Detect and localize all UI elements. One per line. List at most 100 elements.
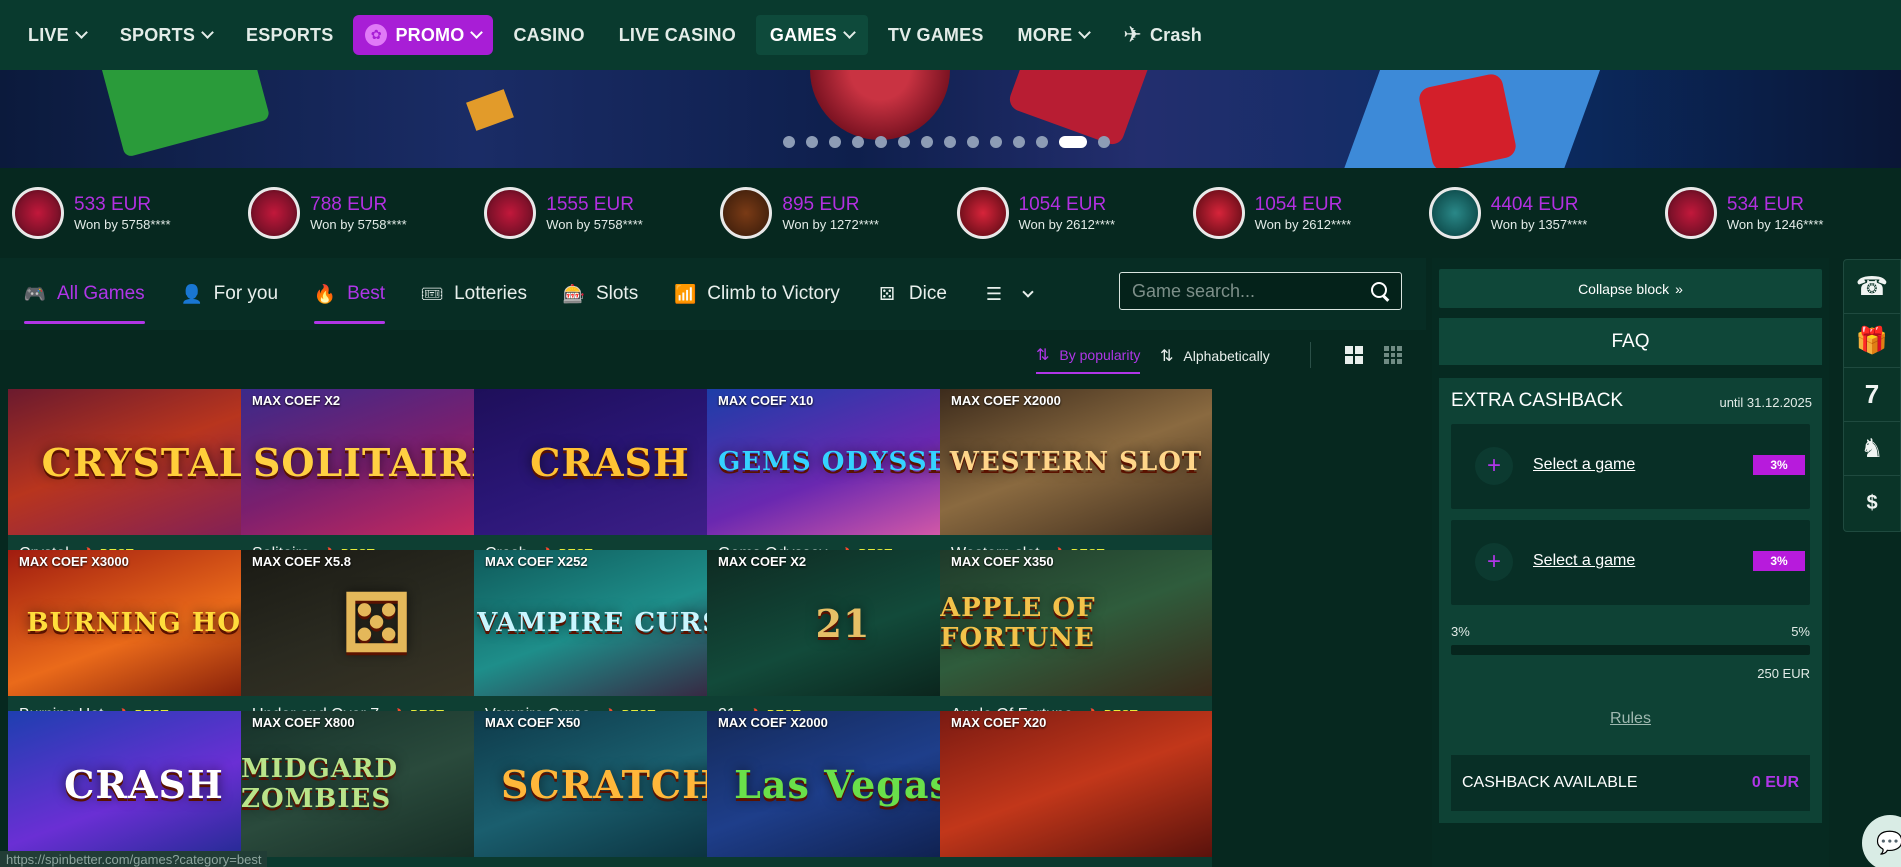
nav-tv-games[interactable]: TV GAMES [874,15,998,55]
game-card[interactable]: BURNING HOTMAX COEF X3000Burning Hot🔥BES… [8,550,280,733]
banner-art [466,89,514,131]
carousel-dot[interactable] [944,136,956,148]
game-card[interactable]: ⚄MAX COEF X5.8Under and Over 7🔥BEST [241,550,513,733]
game-thumbnail[interactable]: CRASH [8,711,280,857]
game-card[interactable]: MAX COEF X20 [940,711,1212,867]
plus-icon[interactable]: + [1475,543,1513,581]
game-card[interactable]: SOLITAIREMAX COEF X2Solitaire🔥BEST [241,389,513,572]
large-grid-view-icon[interactable] [1345,346,1363,364]
carousel-dot[interactable] [806,136,818,148]
cashback-game-slot[interactable]: + Select a game 3% [1451,424,1810,509]
game-card[interactable]: SCRATCH MAX COEF X50 [474,711,746,867]
promo-banner[interactable] [0,70,1901,168]
faq-button[interactable]: FAQ [1439,318,1822,365]
game-card[interactable]: CRASHCrash🔥BEST [474,389,746,572]
carousel-dot[interactable] [1036,136,1048,148]
tab-label: Lotteries [454,283,527,304]
nav-casino[interactable]: CASINO [499,15,598,55]
carousel-dot[interactable] [829,136,841,148]
tab-all-games[interactable]: 🎮 All Games [24,258,145,330]
nav-esports[interactable]: ESPORTS [232,15,347,55]
carousel-dot[interactable] [921,136,933,148]
carousel-dot[interactable] [1098,136,1110,148]
seven-icon[interactable]: 7 [1843,368,1901,422]
search-icon[interactable] [1371,282,1389,300]
nav-promo[interactable]: ✿ PROMO [353,15,494,55]
nav-games[interactable]: GAMES [755,15,868,55]
game-thumbnail[interactable]: APPLE OF FORTUNE [940,550,1212,696]
carousel-dot[interactable] [852,136,864,148]
game-card[interactable]: GEMS ODYSSEYMAX COEF X10Gems Odyssey🔥BES… [707,389,979,572]
game-thumbnail[interactable]: CRYSTAL [8,389,280,535]
nav-crash[interactable]: ✈ Crash [1109,15,1216,55]
game-card[interactable]: Las Vegas MAX COEF X2000 [707,711,979,867]
game-card[interactable]: WESTERN SLOTMAX COEF X2000Western slot🔥B… [940,389,1212,572]
game-thumbnail[interactable]: GEMS ODYSSEY [707,389,979,535]
winner-item[interactable]: 1054 EUR Won by 2612**** [1192,187,1429,239]
tab-best[interactable]: 🔥 Best [314,258,386,330]
collapse-block-button[interactable]: Collapse block » [1439,269,1822,308]
carousel-dot[interactable] [990,136,1002,148]
game-card[interactable]: MIDGARD ZOMBIES MAX COEF X800 [241,711,513,867]
winner-item[interactable]: 4404 EUR Won by 1357**** [1428,187,1665,239]
game-card[interactable]: CRYSTALCrystal🔥BEST [8,389,280,572]
rules-link[interactable]: Rules [1439,710,1822,728]
game-card[interactable]: CRASH [8,711,280,867]
game-thumbnail[interactable]: ⚄ [241,550,513,696]
nav-live[interactable]: LIVE [14,15,100,55]
nav-more[interactable]: MORE [1004,15,1104,55]
select-game-link[interactable]: Select a game [1533,552,1635,570]
game-thumbnail[interactable]: WESTERN SLOT [940,389,1212,535]
winner-item[interactable]: 533 EUR Won by 5758**** [12,187,248,239]
game-card[interactable]: APPLE OF FORTUNEMAX COEF X350Apple Of Fo… [940,550,1212,733]
winner-amount: 895 EUR [782,193,860,215]
support-icon[interactable]: ☎ [1843,260,1901,314]
game-card[interactable]: VAMPIRE CURSEMAX COEF X252Vampire Curse🔥… [474,550,746,733]
range-amount: 250 EUR [1757,666,1810,681]
categories-more-button[interactable]: ☰ [983,258,1034,330]
game-logo: GEMS ODYSSEY [718,447,968,477]
select-game-link[interactable]: Select a game [1533,456,1635,474]
sort-alphabetically[interactable]: ⇅ Alphabetically [1160,338,1270,374]
game-thumbnail[interactable]: SCRATCH [474,711,746,857]
carousel-dot[interactable] [875,136,887,148]
sort-by-popularity[interactable]: ⇅ By popularity [1036,338,1141,374]
game-thumbnail[interactable]: CRASH [474,389,746,535]
search-input[interactable] [1132,280,1371,302]
winner-amount: 1555 EUR [546,193,634,215]
cashback-game-slot[interactable]: + Select a game 3% [1451,520,1810,605]
carousel-dot[interactable] [967,136,979,148]
game-thumbnail[interactable] [940,711,1212,857]
tab-dice[interactable]: ⚄ Dice [876,258,947,330]
tab-for-you[interactable]: 👤 For you [180,258,278,330]
tab-lotteries[interactable]: 🎟 Lotteries [421,258,527,330]
game-card[interactable]: 21MAX COEF X221🔥BEST [707,550,979,733]
nav-live-casino[interactable]: LIVE CASINO [605,15,750,55]
game-search[interactable] [1119,272,1402,310]
game-thumbnail[interactable]: 21 [707,550,979,696]
game-thumbnail[interactable]: MIDGARD ZOMBIES [241,711,513,857]
carousel-dot[interactable] [783,136,795,148]
game-thumbnail[interactable]: SOLITAIRE [241,389,513,535]
small-grid-view-icon[interactable] [1384,346,1402,364]
carousel-dot[interactable] [1013,136,1025,148]
chess-icon[interactable]: ♞ [1843,422,1901,476]
gift-icon[interactable]: 🎁 [1843,314,1901,368]
winner-item[interactable]: 1555 EUR Won by 5758**** [484,187,720,239]
carousel-dot[interactable] [1059,136,1087,148]
game-thumbnail[interactable]: VAMPIRE CURSE [474,550,746,696]
game-thumbnail[interactable]: Las Vegas [707,711,979,857]
game-thumbnail[interactable]: BURNING HOT [8,550,280,696]
carousel-dot[interactable] [898,136,910,148]
tab-slots[interactable]: 🎰 Slots [563,258,638,330]
winner-item[interactable]: 788 EUR Won by 5758**** [248,187,484,239]
banner-dice-art [1417,72,1518,168]
tab-climb-to-victory[interactable]: 📶 Climb to Victory [674,258,840,330]
winner-by: Won by 1357**** [1490,216,1588,232]
dollar-icon[interactable]: $ [1843,476,1901,530]
winner-item[interactable]: 895 EUR Won by 1272**** [720,187,956,239]
winner-item[interactable]: 534 EUR Won by 1246**** [1664,187,1901,239]
plus-icon[interactable]: + [1475,447,1513,485]
winner-item[interactable]: 1054 EUR Won by 2612**** [956,187,1193,239]
nav-sports[interactable]: SPORTS [106,15,226,55]
